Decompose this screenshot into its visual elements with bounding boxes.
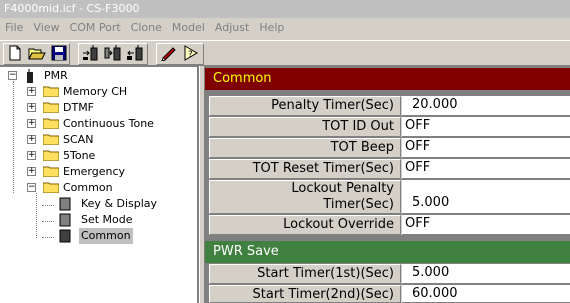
collapse-toggle[interactable]: − xyxy=(8,71,17,80)
setting-label: Lockout Penalty Timer(Sec) xyxy=(209,180,401,214)
tree-item-pmr[interactable]: PMR xyxy=(44,68,68,84)
setting-row: Start Timer(2nd)(Sec) 60.000 xyxy=(209,285,570,303)
section-header-common: Common xyxy=(205,68,570,90)
setting-row: TOT Reset Timer(Sec) OFF xyxy=(209,159,570,179)
setting-row: Penalty Timer(Sec) 20.000 xyxy=(209,96,570,116)
tree-line xyxy=(42,205,54,206)
setting-label: TOT Beep xyxy=(209,138,401,158)
setting-label-line: Timer(Sec) xyxy=(323,197,394,212)
setting-label: Lockout Override xyxy=(209,215,401,235)
setting-label: Start Timer(1st)(Sec) xyxy=(209,264,401,284)
folder-icon xyxy=(43,150,59,161)
start-timer-1st-field[interactable]: 5.000 xyxy=(402,264,570,284)
setting-row: Lockout Penalty Timer(Sec) 5.000 xyxy=(209,180,570,214)
setting-row: Start Timer(1st)(Sec) 5.000 xyxy=(209,264,570,284)
svg-text:?: ? xyxy=(188,50,193,60)
setting-row: Lockout Override OFF xyxy=(209,215,570,235)
folder-icon xyxy=(43,134,59,145)
document-icon xyxy=(59,213,71,227)
write-radio-icon[interactable] xyxy=(102,43,124,63)
tree-item-memory-ch[interactable]: Memory CH xyxy=(63,84,127,100)
folder-icon xyxy=(43,102,59,113)
setting-label-line: Lockout Penalty xyxy=(291,181,394,196)
lockout-penalty-timer-field[interactable]: 5.000 xyxy=(402,180,570,214)
folder-icon xyxy=(43,86,59,97)
tree-item-emergency[interactable]: Emergency xyxy=(63,164,125,180)
expand-toggle[interactable]: + xyxy=(27,87,36,96)
folder-open-icon xyxy=(43,182,59,193)
setting-label: TOT ID Out xyxy=(209,117,401,137)
read-radio-icon[interactable] xyxy=(80,43,102,63)
save-icon[interactable] xyxy=(48,43,70,63)
radio-icon xyxy=(27,69,33,83)
window-title: F4000mid.icf - CS-F3000 xyxy=(4,2,140,15)
tot-reset-timer-field[interactable]: OFF xyxy=(402,159,570,179)
expand-toggle[interactable]: + xyxy=(27,119,36,128)
menu-view[interactable]: View xyxy=(28,18,64,37)
expand-toggle[interactable]: + xyxy=(27,151,36,160)
document-icon xyxy=(59,197,71,211)
new-icon[interactable] xyxy=(4,43,26,63)
tree-line xyxy=(42,237,54,238)
setting-row: TOT Beep OFF xyxy=(209,138,570,158)
menu-clone[interactable]: Clone xyxy=(126,18,167,37)
app-window: F4000mid.icf - CS-F3000 File View COM Port… xyxy=(0,0,570,303)
expand-toggle[interactable]: + xyxy=(27,135,36,144)
penalty-timer-field[interactable]: 20.000 xyxy=(402,96,570,116)
tree-line xyxy=(36,193,37,238)
tree-item-dtmf[interactable]: DTMF xyxy=(63,100,94,116)
tree-view[interactable]: − PMR + Memory CH + DTMF + Continuous To… xyxy=(0,66,199,303)
setting-label: Start Timer(2nd)(Sec) xyxy=(209,285,401,303)
start-timer-2nd-field[interactable]: 60.000 xyxy=(402,285,570,303)
tree-item-common-selected[interactable]: Common xyxy=(79,228,133,244)
expand-toggle[interactable]: + xyxy=(27,167,36,176)
tree-item-5tone[interactable]: 5Tone xyxy=(63,148,95,164)
title-bar: F4000mid.icf - CS-F3000 xyxy=(0,0,570,18)
lockout-override-field[interactable]: OFF xyxy=(402,215,570,235)
tree-item-set-mode[interactable]: Set Mode xyxy=(81,212,133,228)
menu-file[interactable]: File xyxy=(0,18,28,37)
setting-label: Penalty Timer(Sec) xyxy=(209,96,401,116)
folder-icon xyxy=(43,118,59,129)
setting-row: TOT ID Out OFF xyxy=(209,117,570,137)
section-header-pwr-save: PWR Save xyxy=(205,241,570,263)
tot-id-out-field[interactable]: OFF xyxy=(402,117,570,137)
tree-line xyxy=(13,81,14,193)
tree-line xyxy=(42,221,54,222)
tree-item-continuous-tone[interactable]: Continuous Tone xyxy=(63,116,154,132)
setting-label: TOT Reset Timer(Sec) xyxy=(209,159,401,179)
tree-item-common-folder[interactable]: Common xyxy=(63,180,113,196)
menu-bar: File View COM Port Clone Model Adjust Help xyxy=(0,18,570,37)
menu-com-port[interactable]: COM Port xyxy=(65,18,126,37)
clone-radio-icon[interactable] xyxy=(124,43,146,63)
menu-model[interactable]: Model xyxy=(167,18,210,37)
tot-beep-field[interactable]: OFF xyxy=(402,138,570,158)
tree-item-scan[interactable]: SCAN xyxy=(63,132,93,148)
toolbar: ? xyxy=(0,40,570,66)
edit-icon[interactable] xyxy=(158,43,180,63)
expand-toggle[interactable]: + xyxy=(27,103,36,112)
document-icon xyxy=(59,229,71,243)
help-icon[interactable]: ? xyxy=(180,43,202,63)
collapse-toggle[interactable]: − xyxy=(27,183,36,192)
tree-item-key-display[interactable]: Key & Display xyxy=(81,196,157,212)
menu-help[interactable]: Help xyxy=(254,18,289,37)
menu-adjust[interactable]: Adjust xyxy=(210,18,254,37)
folder-icon xyxy=(43,166,59,177)
open-icon[interactable] xyxy=(26,43,48,63)
